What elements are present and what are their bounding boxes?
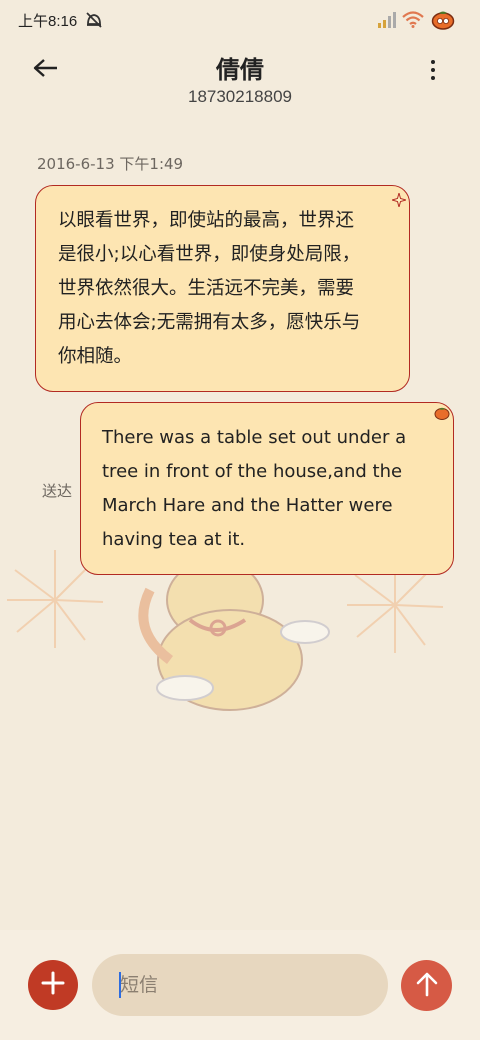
message-input[interactable] — [92, 954, 388, 1016]
more-options-button[interactable] — [418, 52, 448, 88]
battery-persimmon-icon — [431, 8, 455, 34]
attach-button[interactable] — [28, 960, 78, 1010]
message-line: 你相随。 — [58, 346, 133, 367]
contact-number: 18730218809 — [187, 87, 292, 106]
signal-icon — [378, 12, 398, 32]
plus-icon — [41, 971, 65, 999]
wifi-icon — [402, 11, 424, 32]
message-line: 用心去体会;无需拥有太多，愿快乐与 — [58, 312, 361, 333]
message-line: March Hare and the Hatter were — [102, 495, 393, 516]
delivery-status: 送达 — [42, 482, 73, 500]
message-line: 是很小;以心看世界，即使身处局限， — [58, 244, 361, 265]
more-vertical-icon — [431, 60, 435, 64]
message-line: 以眼看世界，即使站的最高，世界还 — [58, 210, 355, 231]
status-bar: 上午8:16 — [0, 0, 480, 40]
contact-name: 倩倩 — [216, 56, 264, 84]
send-button[interactable] — [401, 960, 452, 1011]
persimmon-icon — [434, 405, 450, 424]
status-time: 上午8:16 — [18, 13, 78, 30]
message-timestamp: 2016-6-13 下午1:49 — [37, 155, 184, 173]
incoming-message-bubble[interactable]: 以眼看世界，即使站的最高，世界还 是很小;以心看世界，即使身处局限， 世界依然很… — [35, 185, 410, 392]
message-line: There was a table set out under a — [102, 427, 407, 448]
message-line: 世界依然很大。生活远不完美，需要 — [58, 278, 355, 299]
message-line: having tea at it. — [102, 529, 246, 550]
text-caret — [119, 972, 121, 998]
message-line: tree in front of the house,and the — [102, 461, 403, 482]
outgoing-message-bubble[interactable]: There was a table set out under a tree i… — [80, 402, 454, 575]
mute-alarm-icon — [84, 11, 104, 33]
send-arrow-icon — [415, 971, 439, 1001]
sparkle-icon — [390, 191, 408, 211]
